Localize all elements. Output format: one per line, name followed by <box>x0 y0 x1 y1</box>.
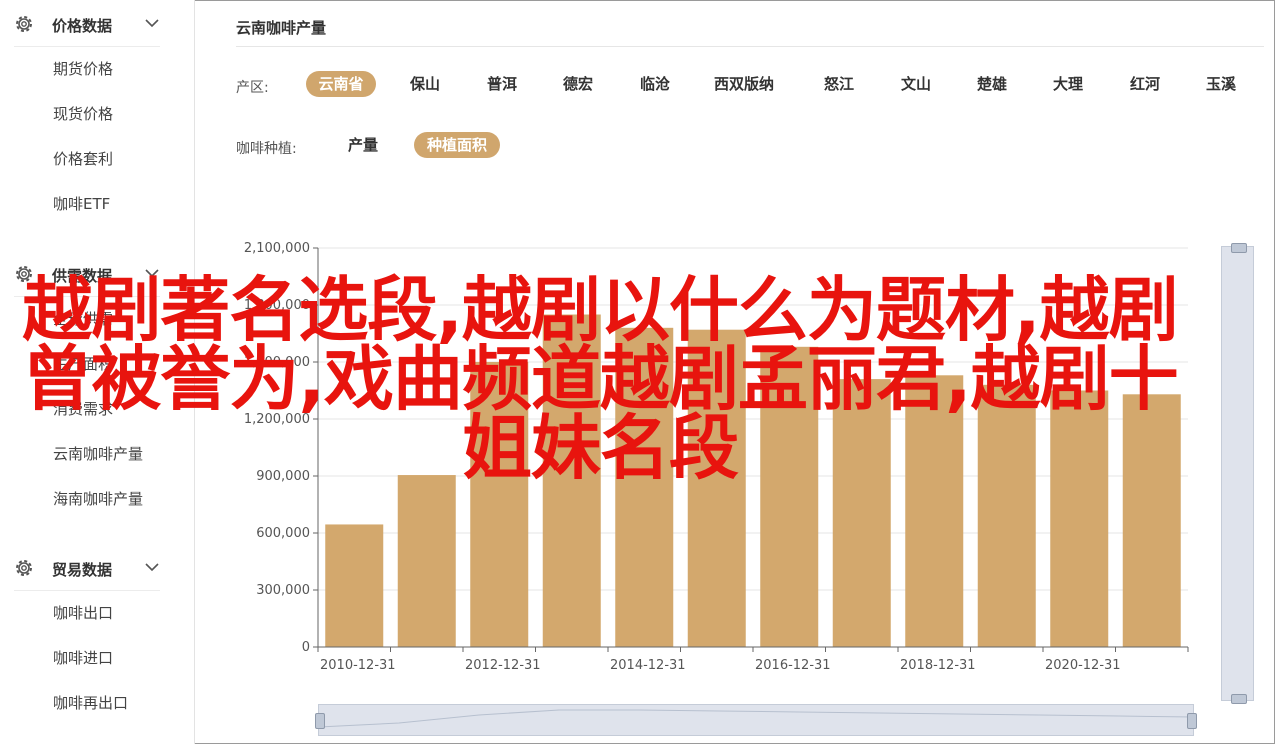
planting-pill-area[interactable]: 种植面积 <box>414 132 500 158</box>
horizontal-zoom-slider[interactable] <box>315 704 1197 736</box>
zoom-handle-top[interactable] <box>1231 243 1247 253</box>
sidebar-item-coffee-reexport[interactable]: 咖啡再出口 <box>0 681 194 726</box>
zoom-preview-sparkline <box>319 709 1193 728</box>
region-pill-xishuangbanna[interactable]: 西双版纳 <box>704 71 784 97</box>
region-pill-yuxi[interactable]: 玉溪 <box>1191 71 1251 97</box>
region-filter-label: 产区: <box>236 80 269 96</box>
region-pill-yunnan[interactable]: 云南省 <box>306 71 376 97</box>
chevron-down-icon[interactable] <box>144 17 160 29</box>
sidebar-section-price: 价格数据 期货价格 现货价格 价格套利 咖啡ETF <box>0 0 194 227</box>
zoom-handle-bottom[interactable] <box>1231 694 1247 704</box>
sidebar-section-title: 价格数据 <box>52 17 113 35</box>
zoom-handle-left[interactable] <box>315 713 325 729</box>
page-title: 云南咖啡产量 <box>236 19 327 37</box>
sidebar-item-hainan-output[interactable]: 海南咖啡产量 <box>0 477 194 522</box>
region-pill-dali[interactable]: 大理 <box>1038 71 1098 97</box>
region-pill-chuxiong[interactable]: 楚雄 <box>962 71 1022 97</box>
region-pill-honghe[interactable]: 红河 <box>1115 71 1175 97</box>
planting-pill-output[interactable]: 产量 <box>333 132 393 158</box>
sidebar-section-title: 贸易数据 <box>52 561 113 579</box>
chevron-down-icon[interactable] <box>144 561 160 573</box>
sidebar-section-header[interactable]: 价格数据 <box>14 0 160 47</box>
sidebar-item-spot-price[interactable]: 现货价格 <box>0 92 194 137</box>
region-pill-wenshan[interactable]: 文山 <box>886 71 946 97</box>
planting-filter-label: 咖啡种植: <box>236 141 297 157</box>
region-pill-lincang[interactable]: 临沧 <box>625 71 685 97</box>
sidebar-section-trade: 贸易数据 咖啡出口 咖啡进口 咖啡再出口 <box>0 544 194 726</box>
sidebar-item-futures-price[interactable]: 期货价格 <box>0 47 194 92</box>
region-pill-baoshan[interactable]: 保山 <box>395 71 455 97</box>
sidebar-item-coffee-import[interactable]: 咖啡进口 <box>0 636 194 681</box>
sidebar-item-coffee-etf[interactable]: 咖啡ETF <box>0 182 194 227</box>
vertical-zoom-slider[interactable] <box>1221 243 1254 704</box>
sidebar-item-coffee-export[interactable]: 咖啡出口 <box>0 591 194 636</box>
divider <box>236 46 1264 47</box>
zoom-handle-right[interactable] <box>1187 713 1197 729</box>
gear-icon <box>16 16 32 32</box>
overlay-headline: 越剧著名选段,越剧以什么为题材,越剧曾被誉为,戏曲频道越剧孟丽君,越剧十姐妹名段 <box>22 269 1178 489</box>
region-pill-puer[interactable]: 普洱 <box>472 71 532 97</box>
sidebar-item-price-arbitrage[interactable]: 价格套利 <box>0 137 194 182</box>
planting-filter: 咖啡种植: 产量 种植面积 <box>236 132 636 162</box>
region-pill-dehong[interactable]: 德宏 <box>548 71 608 97</box>
gear-icon <box>16 560 32 576</box>
sidebar-section-header[interactable]: 贸易数据 <box>14 544 160 591</box>
region-filter: 产区: 云南省 保山 普洱 德宏 临沧 西双版纳 怒江 文山 楚雄 大理 红河 … <box>236 71 1266 101</box>
region-pill-nujiang[interactable]: 怒江 <box>809 71 869 97</box>
